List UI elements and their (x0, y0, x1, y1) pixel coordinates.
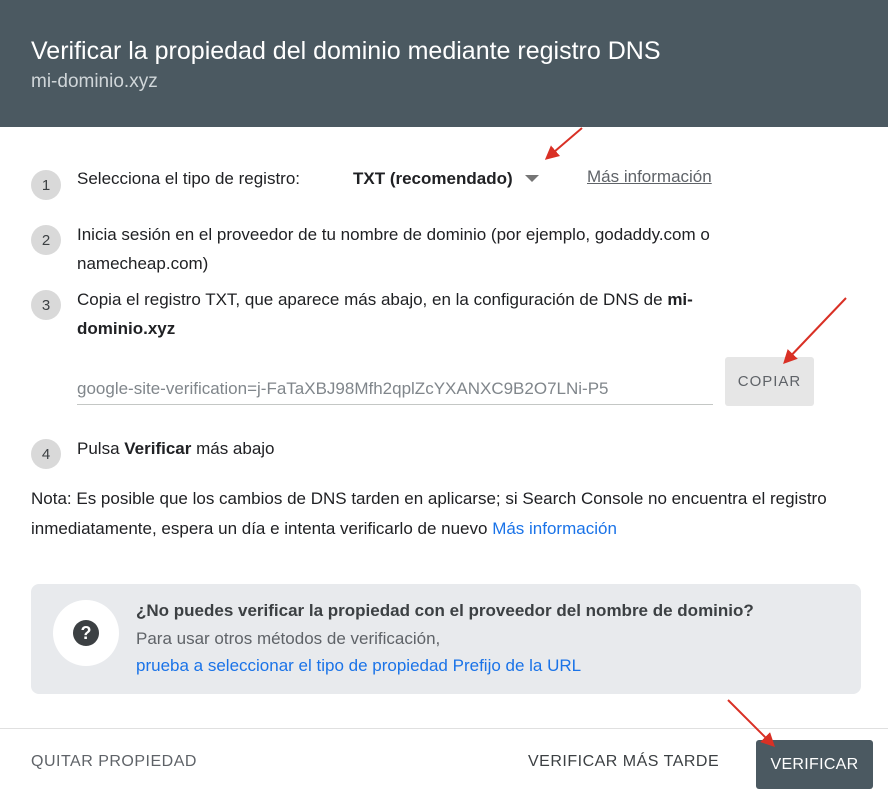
domain-name: mi-dominio.xyz (31, 71, 158, 92)
step-4-suffix: más abajo (191, 439, 275, 458)
verify-later-button[interactable]: VERIFICAR MÁS TARDE (528, 753, 719, 771)
step-number-2: 2 (31, 225, 61, 255)
more-info-link-step1[interactable]: Más información (587, 162, 712, 191)
step-1-label: Selecciona el tipo de registro: (77, 169, 301, 188)
record-type-value: TXT (recomendado) (353, 168, 513, 188)
dialog-header: Verificar la propiedad del dominio media… (0, 0, 888, 127)
remove-property-button[interactable]: QUITAR PROPIEDAD (31, 753, 197, 771)
step-4-prefix: Pulsa (77, 439, 125, 458)
info-box-text: Para usar otros métodos de verificación, (136, 629, 441, 648)
step-2-line-1: Inicia sesión en el proveedor de tu nomb… (77, 225, 710, 244)
step-3-line-1: Copia el registro TXT, que aparece más a… (77, 290, 668, 309)
help-icon-badge: ? (53, 600, 119, 666)
question-mark-icon: ? (73, 620, 99, 646)
url-prefix-link[interactable]: prueba a seleccionar el tipo de propieda… (136, 652, 581, 680)
info-box-title: ¿No puedes verificar la propiedad con el… (136, 601, 754, 620)
dialog-title: Verificar la propiedad del dominio media… (31, 37, 661, 65)
arrow-to-verify-button (727, 699, 775, 747)
step-number-3: 3 (31, 290, 61, 320)
copy-button[interactable]: COPIAR (725, 357, 814, 406)
footer-divider (0, 728, 888, 729)
step-3-text: Copia el registro TXT, que aparece más a… (77, 285, 857, 343)
step-number-1: 1 (31, 170, 61, 200)
step-2-text: Inicia sesión en el proveedor de tu nomb… (77, 220, 847, 278)
step-4-text: Pulsa Verificar más abajo (77, 434, 275, 463)
more-info-link-note[interactable]: Más información (492, 519, 617, 538)
verify-button[interactable]: VERIFICAR (756, 740, 873, 789)
arrow-to-record-type (544, 127, 583, 160)
step-3-domain-part-1: mi- (667, 290, 693, 309)
caret-down-icon (524, 175, 539, 182)
step-4-verify-word: Verificar (124, 439, 192, 458)
step-number-4: 4 (31, 439, 61, 469)
note-text: Nota: Es posible que los cambios de DNS … (31, 489, 827, 538)
step-3-domain-part-2: dominio.xyz (77, 319, 176, 338)
dns-note: Nota: Es posible que los cambios de DNS … (31, 484, 861, 544)
alternative-verification-box: ? ¿No puedes verificar la propiedad con … (31, 584, 861, 694)
step-2-line-2: namecheap.com) (77, 254, 209, 273)
txt-record-field[interactable]: google-site-verification=j-FaTaXBJ98Mfh2… (77, 372, 713, 405)
record-type-select[interactable]: TXT (recomendado) (353, 164, 539, 193)
